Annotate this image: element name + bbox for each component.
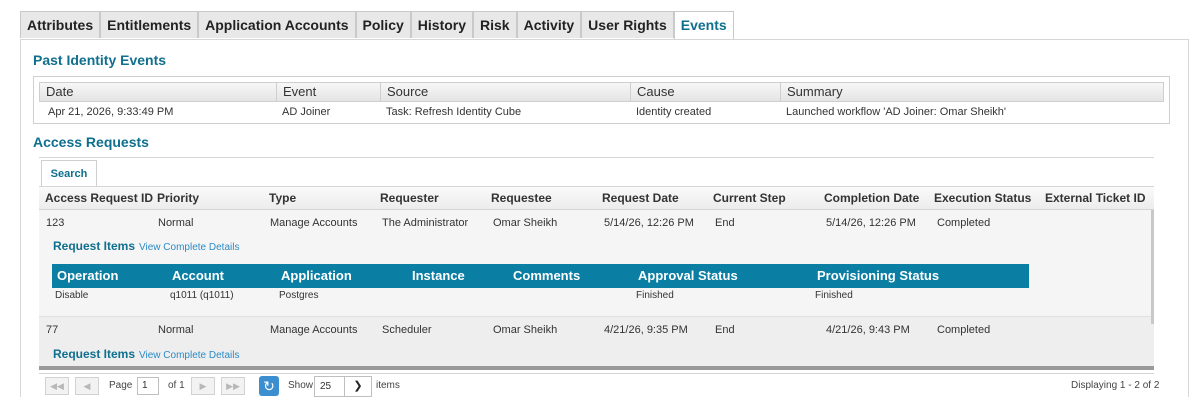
request-items-label: Request Items View Complete Details	[53, 347, 239, 361]
last-page-icon[interactable]: ▶▶	[221, 377, 245, 395]
access-requests-title: Access Requests	[33, 134, 149, 150]
tab-attributes[interactable]: Attributes	[20, 11, 101, 38]
execution-status: Completed	[937, 324, 991, 336]
item-operation: Disable	[55, 290, 89, 301]
request-id: 77	[46, 324, 59, 336]
vertical-scrollbar[interactable]	[1151, 210, 1154, 324]
request-priority: Normal	[158, 217, 194, 229]
past-events-title: Past Identity Events	[33, 52, 167, 68]
tab-history[interactable]: History	[410, 11, 474, 38]
requestee: Omar Sheikh	[493, 217, 558, 229]
col-account[interactable]: Account	[172, 264, 224, 288]
requestee: Omar Sheikh	[493, 324, 558, 336]
col-completion-date[interactable]: Completion Date	[824, 187, 919, 209]
col-instance[interactable]: Instance	[412, 264, 465, 288]
horizontal-scrollbar[interactable]	[39, 366, 1154, 370]
paging-toolbar: ◀◀ ◀ Page 1 of 1 ▶ ▶▶ ↻ Show 25 ❯ items …	[39, 373, 1159, 397]
event-cause: Identity created	[636, 106, 712, 118]
item-account: q1011 (q1011)	[170, 290, 234, 301]
request-items-title: Request Items	[53, 347, 136, 361]
request-date: 5/14/26, 12:26 PM	[604, 217, 694, 229]
item-approval-status: Finished	[636, 290, 674, 301]
page-count-label: of 1	[168, 380, 185, 391]
completion-date: 4/21/26, 9:43 PM	[826, 324, 910, 336]
event-name: AD Joiner	[282, 106, 331, 118]
view-complete-details-link[interactable]: View Complete Details	[139, 350, 239, 361]
execution-status: Completed	[937, 217, 991, 229]
col-source[interactable]: Source	[380, 83, 630, 101]
col-priority[interactable]: Priority	[157, 187, 199, 209]
col-operation[interactable]: Operation	[57, 264, 118, 288]
col-access-request-id[interactable]: Access Request ID	[45, 187, 153, 209]
request-id: 123	[46, 217, 65, 229]
item-provisioning-status: Finished	[815, 290, 853, 301]
tab-events[interactable]: Events	[673, 11, 734, 40]
show-label: Show	[288, 380, 314, 391]
request-date: 4/21/26, 9:35 PM	[604, 324, 688, 336]
refresh-icon[interactable]: ↻	[259, 376, 279, 396]
request-type: Manage Accounts	[270, 324, 358, 336]
tab-risk[interactable]: Risk	[473, 11, 517, 38]
col-execution-status[interactable]: Execution Status	[934, 187, 1031, 209]
col-type[interactable]: Type	[269, 187, 296, 209]
event-source: Task: Refresh Identity Cube	[386, 106, 522, 118]
next-page-icon[interactable]: ▶	[191, 377, 215, 395]
tab-entitlements[interactable]: Entitlements	[100, 11, 199, 38]
event-date: Apr 21, 2026, 9:33:49 PM	[48, 106, 174, 118]
col-current-step[interactable]: Current Step	[713, 187, 786, 209]
paging-display-text: Displaying 1 - 2 of 2	[1071, 380, 1160, 391]
request-type: Manage Accounts	[270, 217, 358, 229]
col-requester[interactable]: Requester	[380, 187, 439, 209]
current-step: End	[715, 324, 735, 336]
access-requests-header: Access Request ID Priority Type Requeste…	[39, 186, 1154, 210]
col-application[interactable]: Application	[281, 264, 352, 288]
tab-application-accounts[interactable]: Application Accounts	[198, 11, 356, 38]
col-approval-status[interactable]: Approval Status	[638, 264, 738, 288]
completion-date: 5/14/26, 12:26 PM	[826, 217, 916, 229]
chevron-down-icon[interactable]: ❯	[344, 377, 371, 396]
page-label: Page	[109, 380, 133, 391]
request-items-label: Request Items View Complete Details	[53, 239, 239, 253]
col-date[interactable]: Date	[40, 83, 276, 101]
items-label: items	[376, 380, 400, 391]
requester: The Administrator	[382, 217, 469, 229]
current-step: End	[715, 217, 735, 229]
request-priority: Normal	[158, 324, 194, 336]
first-page-icon[interactable]: ◀◀	[45, 377, 69, 395]
tab-activity[interactable]: Activity	[516, 11, 582, 38]
tab-user-rights[interactable]: User Rights	[581, 11, 674, 38]
event-summary: Launched workflow 'AD Joiner: Omar Sheik…	[786, 106, 1007, 118]
request-items-header: Operation Account Application Instance C…	[52, 264, 1029, 288]
col-provisioning-status[interactable]: Provisioning Status	[817, 264, 939, 288]
view-complete-details-link[interactable]: View Complete Details	[139, 242, 239, 253]
requester: Scheduler	[382, 324, 432, 336]
request-item-row[interactable]: Disable q1011 (q1011) Postgres Finished …	[52, 288, 1029, 304]
col-comments[interactable]: Comments	[513, 264, 580, 288]
page-size-value: 25	[320, 381, 332, 392]
past-events-header: Date Event Source Cause Summary	[39, 82, 1164, 102]
page-size-select[interactable]: 25 ❯	[314, 376, 372, 397]
tab-bar: Attributes Entitlements Application Acco…	[20, 11, 734, 40]
page-number-input[interactable]: 1	[137, 377, 159, 395]
col-external-ticket-id[interactable]: External Ticket ID	[1045, 187, 1146, 209]
col-request-date[interactable]: Request Date	[602, 187, 679, 209]
col-cause[interactable]: Cause	[630, 83, 780, 101]
item-application: Postgres	[279, 290, 319, 301]
col-summary[interactable]: Summary	[780, 83, 1166, 101]
col-requestee[interactable]: Requestee	[491, 187, 552, 209]
col-event[interactable]: Event	[276, 83, 380, 101]
prev-page-icon[interactable]: ◀	[75, 377, 99, 395]
tab-policy[interactable]: Policy	[355, 11, 411, 38]
search-tab[interactable]: Search	[41, 160, 97, 186]
request-items-title: Request Items	[53, 239, 136, 253]
